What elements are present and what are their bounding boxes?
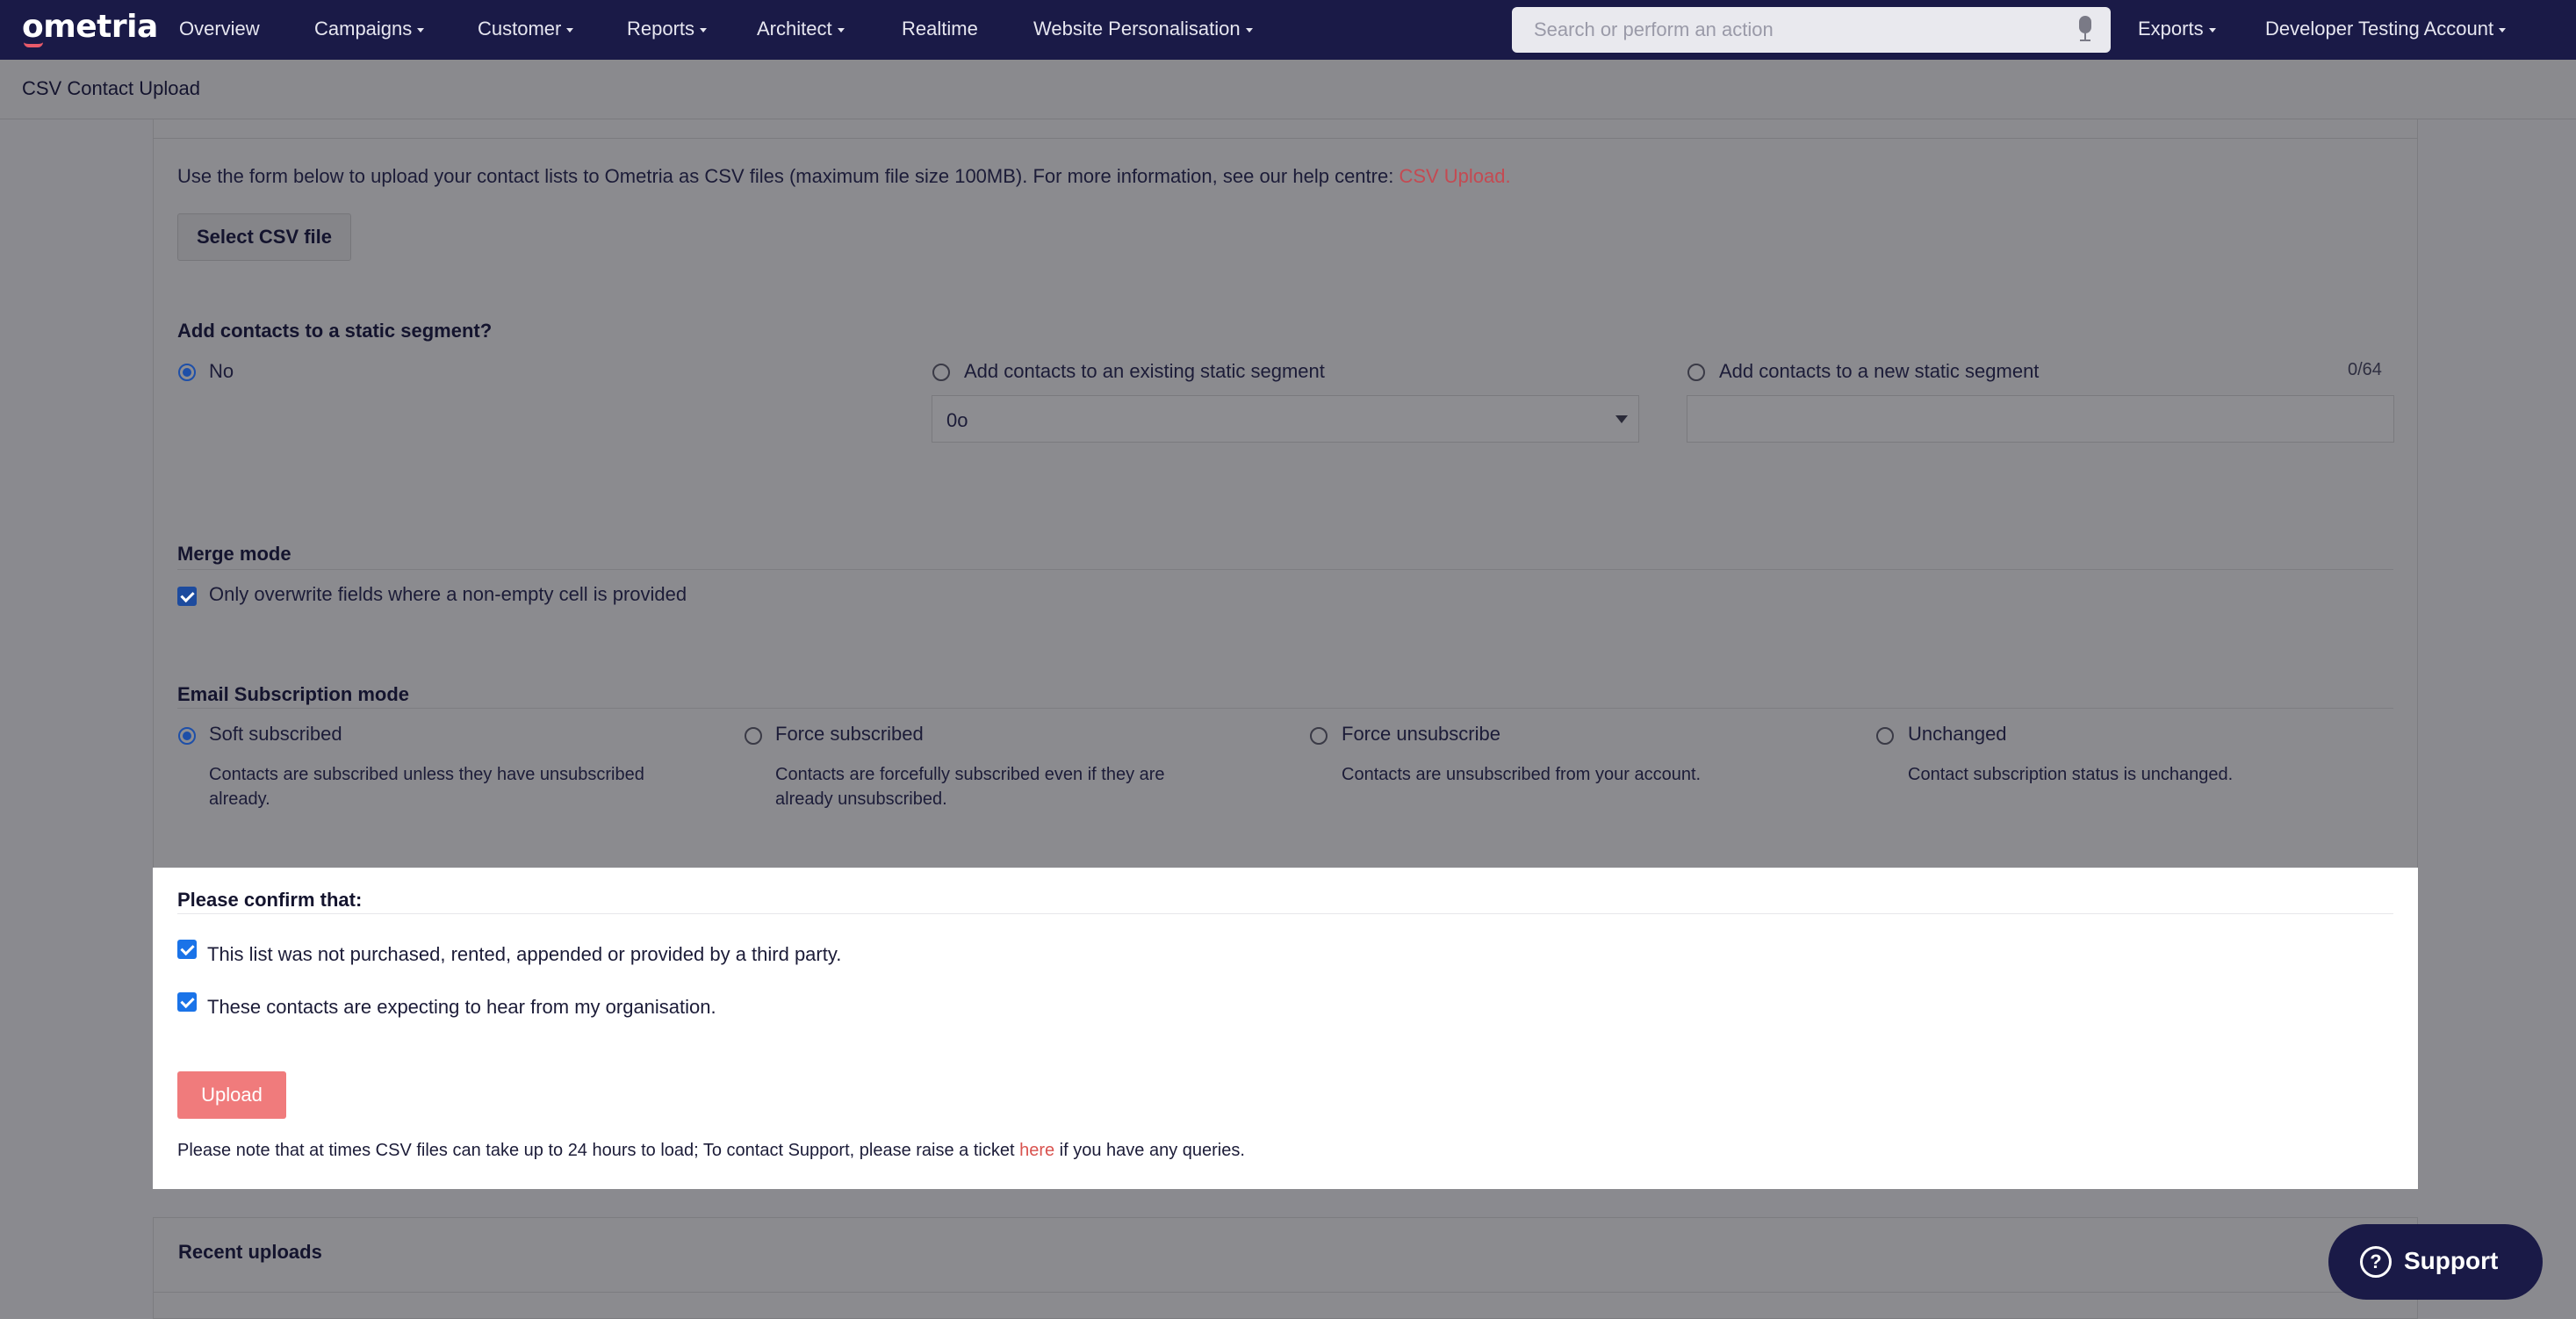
support-label: Support — [2404, 1247, 2499, 1274]
merge-overwrite-checkbox[interactable] — [177, 587, 197, 606]
caret-down-icon — [837, 27, 845, 32]
divider — [154, 1292, 2419, 1293]
segment-new-label: Add contacts to a new static segment — [1719, 360, 2040, 382]
new-segment-name-input[interactable] — [1687, 395, 2394, 443]
dropdown-arrow-icon — [1615, 415, 1628, 423]
upload-intro-text: Use the form below to upload your contac… — [177, 165, 1400, 187]
confirm-panel: Please confirm that: This list was not p… — [153, 868, 2418, 1189]
caret-down-icon — [2208, 27, 2216, 32]
microphone-icon[interactable] — [2079, 16, 2091, 41]
subscription-soft-radio[interactable] — [178, 727, 196, 745]
raise-ticket-link[interactable]: here — [1019, 1141, 1054, 1160]
subscription-force-unsubscribe-radio[interactable] — [1310, 727, 1328, 745]
segment-no-label: No — [209, 360, 234, 382]
desc-line: Contacts are unsubscribed from your acco… — [1342, 765, 1702, 784]
segment-new-radio[interactable] — [1687, 364, 1705, 381]
confirm-expecting-checkbox[interactable] — [177, 992, 197, 1012]
page-header: CSV Contact Upload — [0, 60, 2576, 119]
subscription-unchanged-radio[interactable] — [1876, 727, 1894, 745]
nav-item-realtime[interactable]: Realtime — [902, 0, 978, 60]
caret-down-icon — [417, 27, 425, 32]
subscription-force-subscribed-radio[interactable] — [745, 727, 762, 745]
caret-down-icon — [1245, 27, 1253, 32]
segment-existing-label: Add contacts to an existing static segme… — [964, 360, 1325, 382]
desc-line: Contacts are forcefully subscribed even … — [775, 765, 1165, 784]
upload-button[interactable]: Upload — [177, 1071, 286, 1119]
note-text: if you have any queries. — [1054, 1141, 1245, 1160]
upload-intro: Use the form below to upload your contac… — [177, 165, 1511, 188]
subscription-unchanged-desc: Contact subscription status is unchanged… — [1908, 762, 2233, 787]
csv-upload-help-link[interactable]: CSV Upload. — [1399, 165, 1510, 187]
subscription-section-title: Email Subscription mode — [177, 683, 410, 705]
global-search — [1512, 7, 2111, 53]
support-button[interactable]: ? Support — [2328, 1224, 2543, 1300]
nav-item-customer[interactable]: Customer — [478, 0, 574, 60]
desc-line: Contact subscription status is unchanged… — [1908, 765, 2234, 784]
nav-item-label: Reports — [627, 18, 695, 40]
recent-uploads-title: Recent uploads — [178, 1241, 322, 1263]
ometria-logo[interactable]: ometria — [22, 9, 158, 45]
segment-section-title: Add contacts to a static segment? — [177, 320, 493, 342]
nav-item-label: Website Personalisation — [1033, 18, 1241, 40]
segment-no-radio[interactable] — [178, 364, 196, 381]
caret-down-icon — [566, 27, 574, 32]
caret-down-icon — [700, 27, 708, 32]
nav-item-label: Architect — [757, 18, 832, 40]
nav-item-label: Overview — [179, 18, 260, 40]
nav-item-label: Customer — [478, 18, 562, 40]
nav-item-label: Realtime — [902, 18, 978, 40]
account-name: Developer Testing Account — [2265, 18, 2494, 40]
segment-existing-radio[interactable] — [932, 364, 950, 381]
nav-item-architect[interactable]: Architect — [757, 0, 845, 60]
desc-line: Contacts are subscribed unless they have… — [209, 765, 644, 784]
confirm-title: Please confirm that: — [177, 889, 363, 911]
confirm-expecting-label: These contacts are expecting to hear fro… — [207, 996, 716, 1018]
help-question-icon: ? — [2360, 1246, 2392, 1278]
confirm-not-purchased-checkbox[interactable] — [177, 940, 197, 959]
top-navigation-bar: ometria Overview Campaigns Customer Repo… — [0, 0, 2576, 60]
confirm-not-purchased-label: This list was not purchased, rented, app… — [207, 943, 842, 965]
merge-overwrite-label: Only overwrite fields where a non-empty … — [209, 583, 687, 605]
search-input[interactable] — [1512, 7, 2111, 53]
upload-note: Please note that at times CSV files can … — [177, 1141, 1245, 1161]
subscription-force-subscribed-label: Force subscribed — [775, 723, 924, 745]
existing-segment-value: 0o — [946, 409, 968, 431]
divider — [153, 119, 2418, 139]
nav-item-label: Exports — [2138, 18, 2204, 40]
recent-uploads-panel: Recent uploads — [153, 1217, 2419, 1319]
merge-section-title: Merge mode — [177, 543, 291, 565]
page-title: CSV Contact Upload — [22, 77, 200, 99]
nav-item-reports[interactable]: Reports — [627, 0, 708, 60]
account-menu[interactable]: Developer Testing Account — [2265, 0, 2507, 60]
divider — [177, 913, 2393, 914]
select-csv-file-button[interactable]: Select CSV file — [177, 213, 351, 261]
new-segment-char-counter: 0/64 — [2348, 360, 2382, 379]
existing-segment-select[interactable]: 0o — [932, 395, 1639, 443]
subscription-force-unsubscribe-label: Force unsubscribe — [1342, 723, 1500, 745]
note-text: Please note that at times CSV files can … — [177, 1141, 1020, 1160]
upload-form-card — [153, 119, 2418, 868]
divider — [177, 708, 2393, 709]
nav-item-overview[interactable]: Overview — [179, 0, 260, 60]
subscription-force-subscribed-desc: Contacts are forcefully subscribed even … — [775, 762, 1165, 811]
subscription-force-unsubscribe-desc: Contacts are unsubscribed from your acco… — [1342, 762, 1701, 787]
subscription-unchanged-label: Unchanged — [1908, 723, 2007, 745]
caret-down-icon — [2499, 27, 2507, 32]
divider — [177, 569, 2393, 570]
desc-line: already unsubscribed. — [775, 789, 947, 809]
subscription-soft-label: Soft subscribed — [209, 723, 342, 745]
nav-item-website-personalisation[interactable]: Website Personalisation — [1033, 0, 1253, 60]
nav-item-campaigns[interactable]: Campaigns — [314, 0, 425, 60]
logo-swoosh-icon — [24, 42, 43, 47]
desc-line: already. — [209, 789, 270, 809]
nav-item-exports[interactable]: Exports — [2138, 0, 2216, 60]
subscription-soft-desc: Contacts are subscribed unless they have… — [209, 762, 644, 811]
nav-item-label: Campaigns — [314, 18, 413, 40]
